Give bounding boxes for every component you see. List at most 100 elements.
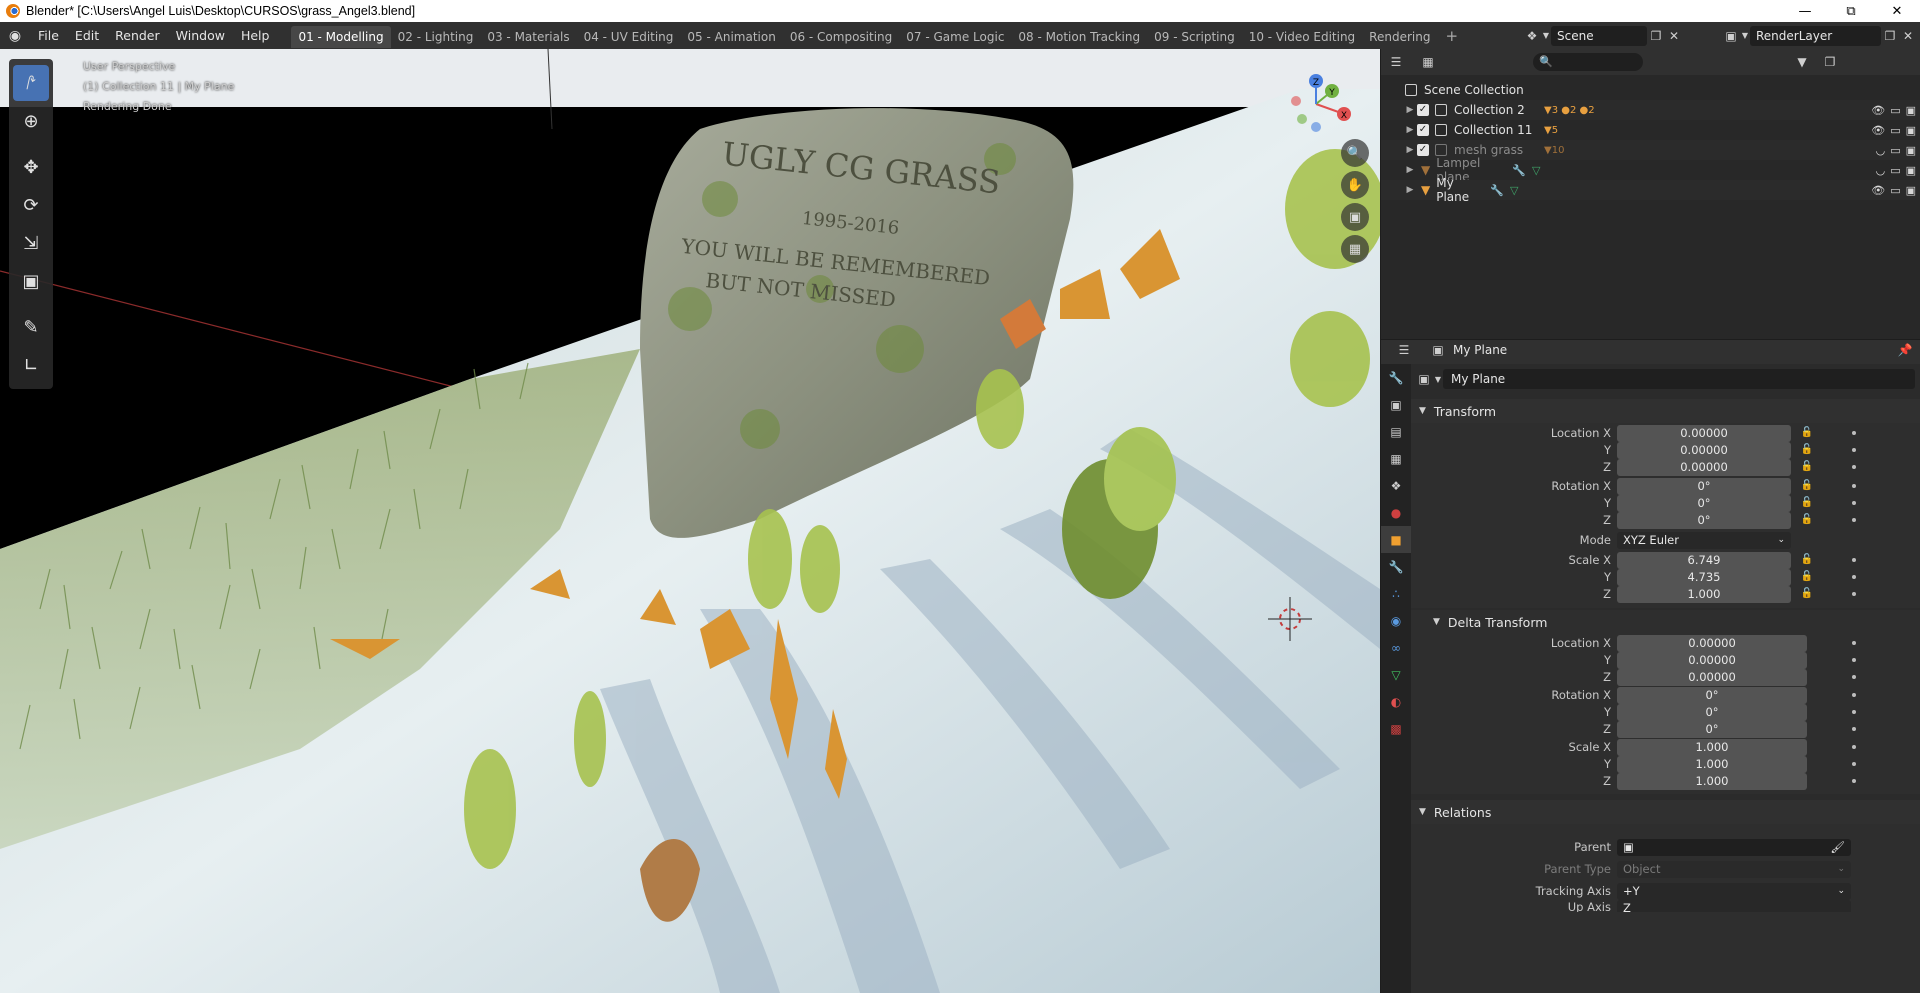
outliner-row-collection-2[interactable]: ▶ ✓ Collection 2 ▼3 ●2 ●2 👁 ▭ ▣ — [1381, 100, 1920, 120]
menu-edit[interactable]: Edit — [67, 22, 107, 49]
outliner-row-collection-11[interactable]: ▶ ✓ Collection 11 ▼5 👁 ▭ ▣ — [1381, 120, 1920, 140]
viewport-toggle-icon[interactable]: ▭ — [1890, 164, 1900, 177]
add-workspace-icon[interactable]: + — [1437, 27, 1466, 45]
rotation-x-field[interactable]: 0° — [1617, 477, 1791, 495]
scene-tab-icon[interactable]: ❖ — [1381, 472, 1411, 499]
annotate-tool-icon[interactable]: ✎ — [13, 309, 49, 345]
view-layer-tab-icon[interactable]: ▦ — [1381, 445, 1411, 472]
tool-tab-icon[interactable]: 🔧 — [1381, 364, 1411, 391]
object-tab-icon[interactable]: ■ — [1381, 526, 1411, 553]
view-layer-name-field[interactable]: RenderLayer — [1750, 25, 1881, 46]
lock-icon[interactable]: 🔓 — [1800, 554, 1814, 566]
rotation-mode-dropdown[interactable]: XYZ Euler ⌄ — [1617, 531, 1791, 549]
modifier-tab-icon[interactable]: 🔧 — [1381, 553, 1411, 580]
delta-scale-x-field[interactable]: 1.000 — [1617, 738, 1807, 756]
select-box-tool-icon[interactable]: ⭚ — [13, 65, 49, 101]
minimize-button[interactable]: — — [1782, 0, 1828, 22]
restore-button[interactable]: ⧉ — [1828, 0, 1874, 22]
delete-view-layer-icon[interactable]: ✕ — [1899, 27, 1917, 45]
workspace-tab-uv-editing[interactable]: 04 - UV Editing — [577, 26, 681, 48]
constraints-tab-icon[interactable]: ∞ — [1381, 634, 1411, 661]
lock-icon[interactable]: 🔓 — [1800, 461, 1814, 473]
filter-icon[interactable]: ▼ — [1793, 53, 1811, 71]
delta-transform-header[interactable]: ▼ Delta Transform — [1411, 610, 1920, 634]
lock-icon[interactable]: 🔓 — [1800, 427, 1814, 439]
scale-tool-icon[interactable]: ⇲ — [13, 225, 49, 261]
delta-rotation-x-field[interactable]: 0° — [1617, 686, 1807, 704]
delta-scale-z-field[interactable]: 1.000 — [1617, 772, 1807, 790]
workspace-tab-motion-tracking[interactable]: 08 - Motion Tracking — [1011, 26, 1147, 48]
collection-checkbox[interactable]: ✓ — [1417, 144, 1429, 156]
menu-window[interactable]: Window — [168, 22, 233, 49]
up-axis-dropdown[interactable]: Z — [1617, 900, 1851, 912]
rotation-z-field[interactable]: 0° — [1617, 511, 1791, 529]
cursor-tool-icon[interactable]: ⊕ — [13, 103, 49, 139]
outliner-root-row[interactable]: Scene Collection — [1381, 80, 1920, 100]
pin-icon[interactable]: 📌 — [1896, 341, 1914, 359]
tracking-axis-dropdown[interactable]: +Y ⌄ — [1617, 882, 1851, 900]
delta-location-y-field[interactable]: 0.00000 — [1617, 651, 1807, 669]
delta-rotation-z-field[interactable]: 0° — [1617, 720, 1807, 738]
lock-icon[interactable]: 🔓 — [1800, 480, 1814, 492]
lock-icon[interactable]: 🔓 — [1800, 571, 1814, 583]
move-tool-icon[interactable]: ✥ — [13, 149, 49, 185]
viewport-toggle-icon[interactable]: ▭ — [1890, 104, 1900, 117]
delta-rotation-y-field[interactable]: 0° — [1617, 703, 1807, 721]
render-camera-icon[interactable]: ▣ — [1906, 164, 1916, 177]
collection-checkbox[interactable]: ✓ — [1417, 104, 1429, 116]
workspace-tab-rendering[interactable]: Rendering — [1362, 26, 1437, 48]
lock-icon[interactable]: 🔓 — [1800, 514, 1814, 526]
parent-field[interactable]: ▣ 🖌 — [1617, 838, 1851, 856]
rotate-tool-icon[interactable]: ⟳ — [13, 187, 49, 223]
visibility-eye-icon[interactable]: 👁 — [1871, 124, 1885, 137]
visibility-hidden-icon[interactable]: ◡ — [1876, 164, 1886, 177]
object-data-tab-icon[interactable]: ▽ — [1381, 661, 1411, 688]
new-view-layer-icon[interactable]: ❐ — [1881, 27, 1899, 45]
particles-tab-icon[interactable]: ∴ — [1381, 580, 1411, 607]
view-layer-selector[interactable]: ▣ ▼ RenderLayer ❐ ✕ — [1722, 25, 1917, 46]
new-scene-icon[interactable]: ❐ — [1647, 27, 1665, 45]
collection-checkbox[interactable]: ✓ — [1417, 124, 1429, 136]
scale-y-field[interactable]: 4.735 — [1617, 568, 1791, 586]
zoom-view-icon[interactable]: 🔍 — [1341, 139, 1369, 167]
workspace-tab-materials[interactable]: 03 - Materials — [480, 26, 576, 48]
properties-editor-type-icon[interactable]: ☰ — [1395, 341, 1413, 359]
transform-panel-header[interactable]: ▼ Transform — [1411, 399, 1920, 423]
blender-logo-icon[interactable]: ◉ — [0, 28, 30, 44]
navigation-gizmo[interactable]: X Y Z — [1266, 59, 1366, 139]
new-collection-icon[interactable]: ❐ — [1821, 53, 1839, 71]
workspace-tab-lighting[interactable]: 02 - Lighting — [391, 26, 481, 48]
close-button[interactable]: ✕ — [1874, 0, 1920, 22]
texture-tab-icon[interactable]: ▩ — [1381, 715, 1411, 742]
measure-tool-icon[interactable]: ∟ — [13, 347, 49, 383]
material-tab-icon[interactable]: ◐ — [1381, 688, 1411, 715]
3d-viewport[interactable]: UGLY CG GRASS 1995-2016 YOU WILL BE REME… — [0, 49, 1380, 993]
lock-icon[interactable]: 🔓 — [1800, 588, 1814, 600]
visibility-eye-icon[interactable]: 👁 — [1871, 184, 1885, 197]
viewport-toggle-icon[interactable]: ▭ — [1890, 184, 1900, 197]
physics-tab-icon[interactable]: ◉ — [1381, 607, 1411, 634]
lock-icon[interactable]: 🔓 — [1800, 497, 1814, 509]
outliner-editor-type-icon[interactable]: ☰ — [1387, 53, 1405, 71]
workspace-tab-scripting[interactable]: 09 - Scripting — [1147, 26, 1242, 48]
location-z-field[interactable]: 0.00000 — [1617, 458, 1791, 476]
scale-x-field[interactable]: 6.749 — [1617, 551, 1791, 569]
outliner-search-input[interactable]: 🔍 — [1533, 53, 1643, 71]
scene-selector[interactable]: ❖ ▼ Scene ❐ ✕ — [1523, 25, 1683, 46]
delta-location-x-field[interactable]: 0.00000 — [1617, 634, 1807, 652]
pan-view-icon[interactable]: ✋ — [1341, 171, 1369, 199]
ortho-toggle-icon[interactable]: ▦ — [1341, 235, 1369, 263]
menu-help[interactable]: Help — [233, 22, 278, 49]
render-camera-icon[interactable]: ▣ — [1906, 124, 1916, 137]
transform-tool-icon[interactable]: ▣ — [13, 263, 49, 299]
outliner-row-my-plane[interactable]: ▶ ▼ My Plane 🔧 ▽ 👁 ▭ ▣ — [1381, 176, 1920, 204]
viewport-toggle-icon[interactable]: ▭ — [1890, 124, 1900, 137]
eyedropper-icon[interactable]: 🖌 — [1830, 839, 1845, 856]
render-camera-icon[interactable]: ▣ — [1906, 184, 1916, 197]
camera-view-icon[interactable]: ▣ — [1341, 203, 1369, 231]
delta-location-z-field[interactable]: 0.00000 — [1617, 668, 1807, 686]
workspace-tab-game-logic[interactable]: 07 - Game Logic — [899, 26, 1011, 48]
render-camera-icon[interactable]: ▣ — [1906, 104, 1916, 117]
visibility-eye-icon[interactable]: 👁 — [1871, 104, 1885, 117]
render-camera-icon[interactable]: ▣ — [1906, 144, 1916, 157]
